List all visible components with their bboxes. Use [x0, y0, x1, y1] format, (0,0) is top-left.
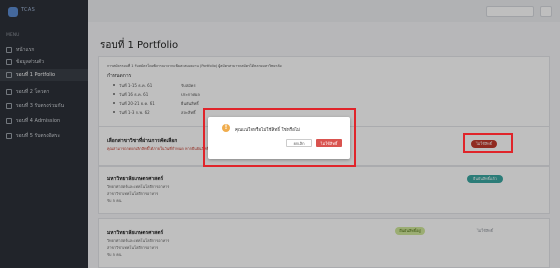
decline-button-highlight — [463, 133, 513, 153]
confirm-decline-button[interactable]: ไม่ใช้สิทธิ์ — [316, 139, 342, 147]
warning-icon: ! — [222, 124, 230, 132]
confirm-dialog: ! คุณแน่ใจหรือไม่ใช้สิทธิ์ ใช่หรือไม่ ยก… — [208, 117, 350, 159]
cancel-button[interactable]: ยกเลิก — [286, 139, 312, 147]
dialog-message: คุณแน่ใจหรือไม่ใช้สิทธิ์ ใช่หรือไม่ — [235, 128, 301, 133]
